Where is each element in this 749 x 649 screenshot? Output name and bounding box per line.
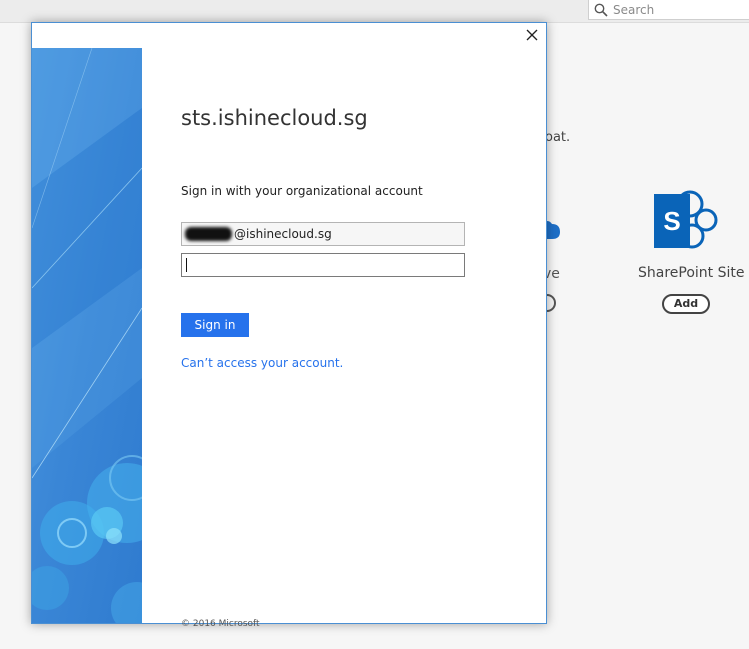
sharepoint-add-button[interactable]: Add — [662, 294, 710, 314]
copyright-text: © 2016 Microsoft — [181, 619, 260, 629]
signin-instruction: Sign in with your organizational account — [181, 184, 423, 198]
sharepoint-icon: S — [654, 190, 718, 249]
password-field[interactable] — [181, 253, 465, 277]
decorative-side-panel — [32, 48, 142, 623]
signin-form-panel: sts.ishinecloud.sg Sign in with your org… — [142, 48, 546, 629]
dialog-titlebar — [32, 23, 546, 48]
sharepoint-site-label: SharePoint Site — [638, 265, 745, 281]
text-cursor — [186, 258, 187, 272]
svg-text:S: S — [663, 206, 680, 236]
signin-dialog: sts.ishinecloud.sg Sign in with your org… — [31, 22, 547, 629]
redacted-username — [185, 227, 232, 241]
search-placeholder: Search — [613, 3, 655, 17]
sign-in-button[interactable]: Sign in — [181, 313, 249, 337]
username-field[interactable]: @ishinecloud.sg — [181, 222, 465, 246]
username-domain-text: @ishinecloud.sg — [234, 227, 332, 241]
background-text-fragment: oat. — [545, 130, 571, 145]
background-toolbar: Search — [0, 0, 749, 23]
cant-access-account-link[interactable]: Can’t access your account. — [181, 356, 343, 370]
search-box[interactable]: Search — [588, 0, 749, 20]
search-icon — [594, 3, 608, 17]
domain-title: sts.ishinecloud.sg — [181, 106, 368, 130]
close-icon[interactable] — [524, 27, 540, 43]
